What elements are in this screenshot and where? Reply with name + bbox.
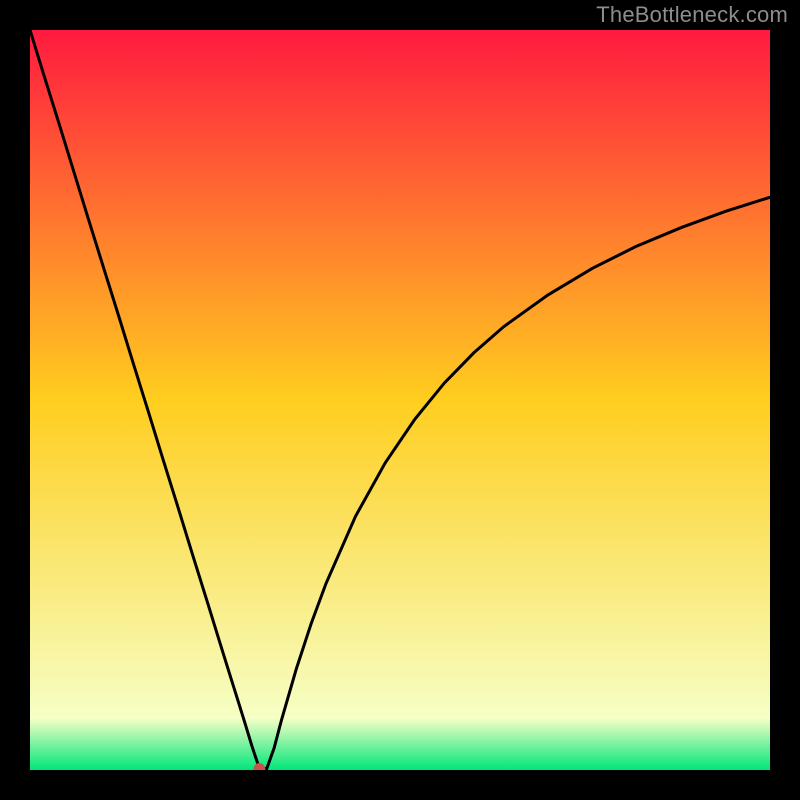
chart-svg [30,30,770,770]
chart-frame: TheBottleneck.com [0,0,800,800]
plot-area [30,30,770,770]
gradient-background [30,30,770,770]
attribution-text: TheBottleneck.com [596,2,788,28]
